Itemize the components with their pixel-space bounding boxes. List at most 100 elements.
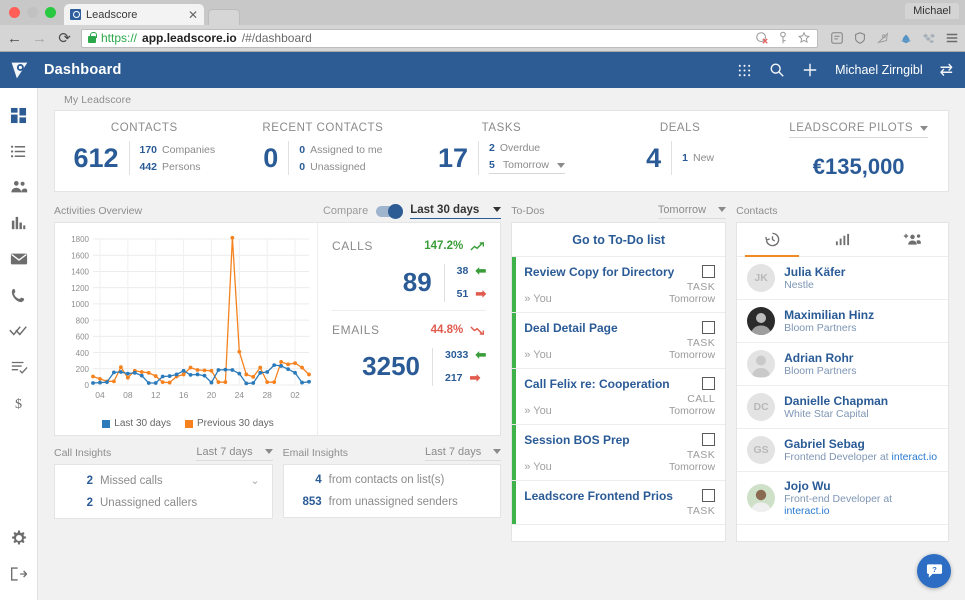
sidebar-item-mail[interactable] — [0, 241, 38, 277]
extension-lotus-icon[interactable] — [899, 31, 913, 45]
close-tab-icon[interactable]: ✕ — [184, 8, 198, 22]
go-to-todo-list-link[interactable]: Go to To-Do list — [512, 223, 726, 257]
todo-checkbox[interactable] — [702, 489, 716, 502]
tasks-tomorrow-dropdown[interactable]: 5 Tomorrow — [489, 159, 565, 174]
sidebar-item-todo[interactable] — [0, 349, 38, 385]
tab-recent-contacts[interactable] — [737, 223, 807, 257]
legend-item[interactable]: Last 30 days — [102, 418, 171, 429]
todo-checkbox[interactable] — [702, 321, 716, 334]
pilots-dropdown[interactable]: LEADSCORE PILOTS — [789, 122, 929, 138]
compare-toggle[interactable] — [376, 203, 404, 219]
chevron-down-icon[interactable]: ⌄ — [250, 474, 259, 487]
sidebar-item-settings[interactable] — [0, 520, 38, 556]
contact-row[interactable]: JK Julia Käfer Nestle — [737, 257, 948, 300]
todo-item[interactable]: Call Felix re: Cooperation » You CALL Tomor… — [512, 369, 726, 425]
browser-tab-title: Leadscore — [86, 8, 138, 21]
todo-checkbox[interactable] — [702, 265, 716, 278]
back-arrow-icon[interactable]: ← — [6, 31, 23, 46]
forward-arrow-icon[interactable]: → — [31, 31, 48, 46]
todos-range-dropdown[interactable]: Tomorrow — [657, 204, 727, 219]
kpi-leadscore-pilots[interactable]: LEADSCORE PILOTS €135,000 — [769, 111, 948, 191]
sidebar-item-dashboard[interactable] — [0, 97, 38, 133]
grid-apps-icon[interactable] — [737, 63, 752, 78]
email-insights-range-value: Last 7 days — [425, 445, 482, 458]
arrow-left-icon: ⬅ — [475, 347, 487, 362]
reload-icon[interactable]: ⟳ — [56, 31, 73, 46]
extension-shield-icon[interactable] — [853, 31, 867, 45]
todo-item[interactable]: Leadscore Frontend Prios TASK — [512, 481, 726, 525]
todo-owner: » You — [524, 293, 552, 305]
insight-line[interactable]: 2 Missed calls ⌄ — [67, 474, 260, 488]
url-input[interactable]: https:// app.leadscore.io /#/dashboard — [81, 28, 818, 48]
sidebar-item-calls[interactable] — [0, 277, 38, 313]
sidebar-item-deals[interactable]: $ — [0, 385, 38, 421]
activities-range-dropdown[interactable]: Last 30 days — [410, 204, 502, 219]
todo-type: TASK — [686, 505, 716, 517]
switch-account-icon[interactable]: ⇄ — [940, 60, 953, 80]
contact-company-link[interactable]: interact.io — [892, 451, 938, 463]
call-insights-range-dropdown[interactable]: Last 7 days — [196, 446, 273, 461]
contact-subtitle: Nestle — [784, 279, 814, 291]
browser-menu-icon[interactable] — [945, 31, 959, 45]
legend-item[interactable]: Previous 30 days — [185, 418, 274, 429]
plus-icon[interactable] — [802, 62, 818, 78]
todo-item[interactable]: Deal Detail Page » You TASK Tomorrow — [512, 313, 726, 369]
contact-row[interactable]: Jojo Wu Front-end Developer at interact.i… — [737, 472, 948, 525]
app-sidebar: $ — [0, 88, 38, 600]
help-chat-button[interactable]: ? — [917, 554, 951, 588]
app-logo[interactable] — [0, 52, 38, 88]
todo-list: Review Copy for Directory» You TASK Tomorr… — [512, 257, 726, 525]
insight-line[interactable]: 2 Unassigned callers — [67, 497, 260, 509]
insight-line[interactable]: 4 from contacts on list(s) — [296, 474, 489, 486]
stat-value: 89 — [402, 267, 432, 297]
sidebar-item-reports[interactable] — [0, 205, 38, 241]
contact-row[interactable]: Maximilian Hinz Bloom Partners — [737, 300, 948, 343]
stat-name: CALLS — [332, 239, 374, 253]
window-controls[interactable] — [0, 7, 56, 25]
tab-top-contacts[interactable] — [807, 223, 877, 256]
browser-extensions — [826, 31, 959, 45]
contact-row[interactable]: DC Danielle Chapman White Star Capital — [737, 386, 948, 429]
kpi-contacts[interactable]: CONTACTS 612 170 Companies 442 Persons — [55, 111, 234, 191]
double-check-icon — [9, 326, 27, 336]
chevron-down-icon — [920, 125, 929, 131]
minimize-window-button[interactable] — [27, 7, 38, 18]
todo-checkbox[interactable] — [702, 377, 716, 390]
close-window-button[interactable] — [9, 7, 20, 18]
bookmark-star-icon[interactable] — [797, 31, 811, 45]
sidebar-item-contacts[interactable] — [0, 169, 38, 205]
todo-checkbox[interactable] — [702, 433, 716, 446]
kpi-deals[interactable]: DEALS 4 1 New — [591, 111, 770, 191]
extension-evernote-icon[interactable] — [830, 31, 844, 45]
key-icon[interactable] — [776, 31, 790, 45]
extension-kite-icon[interactable] — [876, 31, 890, 45]
contact-row[interactable]: GS Gabriel Sebag Frontend Developer at int… — [737, 429, 948, 472]
current-user-name[interactable]: Michael Zirngibl — [835, 63, 923, 77]
contact-row[interactable]: Adrian Rohr Bloom Partners — [737, 343, 948, 386]
kpi-recent-contacts[interactable]: RECENT CONTACTS 0 0 Assigned to me 0 Unass… — [234, 111, 413, 191]
insight-line[interactable]: 853 from unassigned senders — [296, 496, 489, 508]
todo-title: Deal Detail Page — [524, 321, 618, 335]
contact-company-link[interactable]: interact.io — [784, 505, 830, 517]
search-icon[interactable] — [769, 62, 785, 78]
tab-add-contacts[interactable] — [878, 223, 948, 256]
blocked-cookie-icon[interactable] — [755, 31, 769, 45]
email-insights-range-dropdown[interactable]: Last 7 days — [425, 445, 502, 461]
new-tab-button[interactable] — [208, 9, 240, 25]
todo-item[interactable]: Review Copy for Directory » You TASK Tomorr… — [512, 257, 726, 313]
browser-profile-chip[interactable]: Michael — [905, 3, 959, 19]
kpi-tasks[interactable]: TASKS 17 2 Overdue 5 Tomorrow — [412, 111, 591, 191]
url-scheme: https:// — [101, 31, 138, 45]
sidebar-item-tasks[interactable] — [0, 313, 38, 349]
sidebar-item-lists[interactable] — [0, 133, 38, 169]
todo-title: Call Felix re: Cooperation — [524, 377, 670, 391]
todo-item[interactable]: Session BOS Prep » You TASK Tomorrow — [512, 425, 726, 481]
sidebar-item-logout[interactable] — [0, 556, 38, 592]
contact-subtitle: Front-end Developer at interact.io — [784, 493, 893, 517]
browser-tab[interactable]: Leadscore ✕ — [64, 4, 204, 25]
kpi-value: 4 — [646, 142, 662, 173]
maximize-window-button[interactable] — [45, 7, 56, 18]
bar-chart-icon — [11, 216, 26, 229]
svg-text:0: 0 — [85, 381, 90, 390]
extension-dropbox-icon[interactable] — [922, 31, 936, 45]
